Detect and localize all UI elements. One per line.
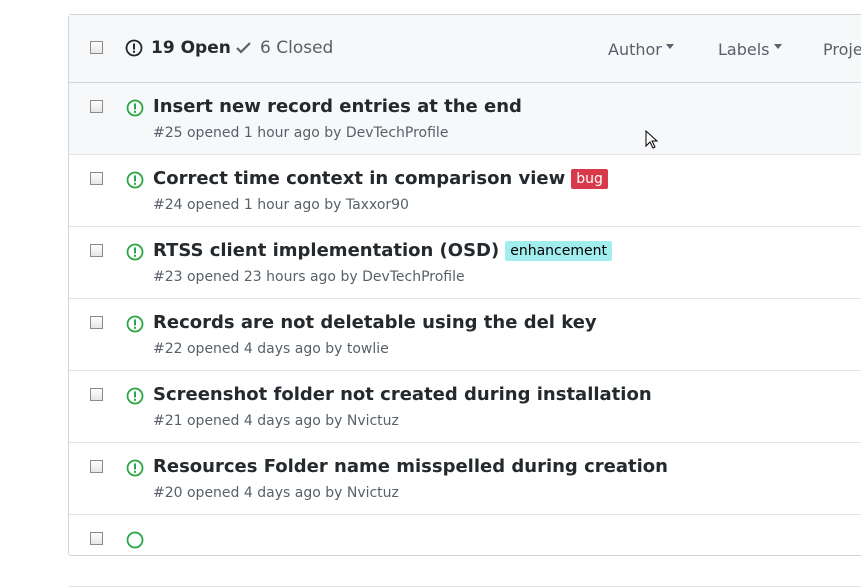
labels-filter-label: Labels xyxy=(718,40,770,59)
issue-opened-icon xyxy=(126,459,144,477)
issue-row[interactable]: Correct time context in comparison view b… xyxy=(69,155,861,227)
select-all-checkbox[interactable] xyxy=(90,41,103,54)
author-filter-label: Author xyxy=(608,40,662,59)
issue-meta: #21 opened 4 days ago by Nvictuz xyxy=(153,413,399,429)
mouse-cursor-icon xyxy=(645,130,658,149)
caret-down-icon xyxy=(773,44,782,53)
issue-title-link[interactable]: Screenshot folder not created during ins… xyxy=(153,384,652,405)
issue-title-link[interactable]: RTSS client implementation (OSD) xyxy=(153,240,499,261)
issue-row[interactable]: Records are not deletable using the del … xyxy=(69,299,861,371)
issue-checkbox[interactable] xyxy=(90,100,103,113)
issue-opened-icon xyxy=(126,171,144,189)
issue-title-link[interactable]: Insert new record entries at the end xyxy=(153,96,522,117)
projects-filter-label: Proje xyxy=(823,40,861,59)
closed-issues-tab[interactable]: 6 Closed xyxy=(236,38,333,58)
issue-label[interactable]: enhancement xyxy=(505,240,612,261)
issue-title-link[interactable]: Resources Folder name misspelled during … xyxy=(153,456,668,477)
issue-title-link[interactable]: Correct time context in comparison view xyxy=(153,168,565,189)
issues-list: 19 Open 6 Closed Author Labels Proje Ins… xyxy=(68,14,861,587)
issue-opened-icon xyxy=(126,99,144,117)
issue-meta: #24 opened 1 hour ago by Taxxor90 xyxy=(153,197,409,213)
issue-row-partial[interactable] xyxy=(69,515,861,587)
issue-checkbox[interactable] xyxy=(90,172,103,185)
issue-meta: #20 opened 4 days ago by Nvictuz xyxy=(153,485,399,501)
author-filter[interactable]: Author xyxy=(608,40,674,59)
issue-checkbox[interactable] xyxy=(90,460,103,473)
open-issues-tab[interactable]: 19 Open xyxy=(125,38,231,58)
issue-row[interactable]: RTSS client implementation (OSD) enhancem… xyxy=(69,227,861,299)
issue-opened-icon xyxy=(126,243,144,261)
issue-row[interactable]: Resources Folder name misspelled during … xyxy=(69,443,861,515)
issue-row[interactable]: Insert new record entries at the end #25… xyxy=(69,83,861,155)
issue-checkbox[interactable] xyxy=(90,388,103,401)
open-count: 19 Open xyxy=(151,38,231,58)
caret-down-icon xyxy=(665,44,674,53)
issue-checkbox[interactable] xyxy=(90,244,103,257)
issue-title-link[interactable]: Records are not deletable using the del … xyxy=(153,312,597,333)
issue-meta: #23 opened 23 hours ago by DevTechProfil… xyxy=(153,269,465,285)
issues-header: 19 Open 6 Closed Author Labels Proje xyxy=(69,15,861,83)
closed-count: 6 Closed xyxy=(260,38,334,58)
issue-meta: #22 opened 4 days ago by towlie xyxy=(153,341,389,357)
check-icon xyxy=(236,42,251,54)
projects-filter[interactable]: Proje xyxy=(823,40,861,59)
issue-checkbox[interactable] xyxy=(90,316,103,329)
issue-meta: #25 opened 1 hour ago by DevTechProfile xyxy=(153,125,449,141)
labels-filter[interactable]: Labels xyxy=(718,40,782,59)
issue-opened-icon xyxy=(126,315,144,333)
issue-opened-icon xyxy=(126,387,144,405)
issue-opened-icon xyxy=(125,39,143,57)
issue-row[interactable]: Screenshot folder not created during ins… xyxy=(69,371,861,443)
issue-label[interactable]: bug xyxy=(571,168,608,189)
